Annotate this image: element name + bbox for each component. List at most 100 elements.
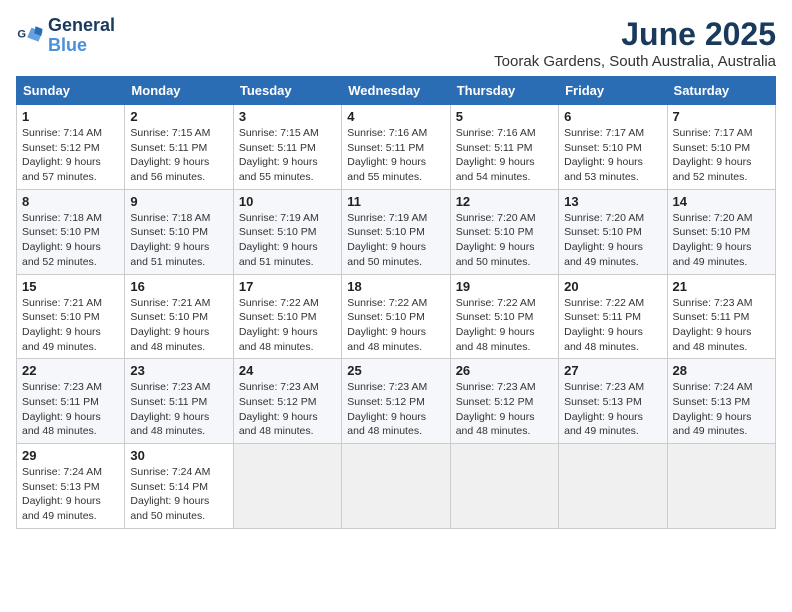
day-number: 2	[130, 109, 227, 124]
day-info: Sunrise: 7:23 AM Sunset: 5:12 PM Dayligh…	[239, 380, 336, 439]
header-wednesday: Wednesday	[342, 77, 450, 105]
day-info: Sunrise: 7:23 AM Sunset: 5:11 PM Dayligh…	[130, 380, 227, 439]
calendar-cell: 20 Sunrise: 7:22 AM Sunset: 5:11 PM Dayl…	[559, 274, 667, 359]
calendar-cell: 1 Sunrise: 7:14 AM Sunset: 5:12 PM Dayli…	[17, 105, 125, 190]
day-number: 1	[22, 109, 119, 124]
day-number: 18	[347, 279, 444, 294]
day-number: 17	[239, 279, 336, 294]
day-info: Sunrise: 7:17 AM Sunset: 5:10 PM Dayligh…	[564, 126, 661, 185]
day-info: Sunrise: 7:21 AM Sunset: 5:10 PM Dayligh…	[130, 296, 227, 355]
calendar-header-row: SundayMondayTuesdayWednesdayThursdayFrid…	[17, 77, 776, 105]
day-info: Sunrise: 7:19 AM Sunset: 5:10 PM Dayligh…	[239, 211, 336, 270]
calendar-week-row: 29 Sunrise: 7:24 AM Sunset: 5:13 PM Dayl…	[17, 444, 776, 529]
day-number: 3	[239, 109, 336, 124]
calendar-cell: 25 Sunrise: 7:23 AM Sunset: 5:12 PM Dayl…	[342, 359, 450, 444]
day-number: 27	[564, 363, 661, 378]
calendar-cell: 13 Sunrise: 7:20 AM Sunset: 5:10 PM Dayl…	[559, 189, 667, 274]
day-info: Sunrise: 7:23 AM Sunset: 5:12 PM Dayligh…	[347, 380, 444, 439]
day-number: 19	[456, 279, 553, 294]
header-thursday: Thursday	[450, 77, 558, 105]
calendar-week-row: 8 Sunrise: 7:18 AM Sunset: 5:10 PM Dayli…	[17, 189, 776, 274]
day-number: 30	[130, 448, 227, 463]
day-number: 6	[564, 109, 661, 124]
day-number: 9	[130, 194, 227, 209]
day-info: Sunrise: 7:23 AM Sunset: 5:11 PM Dayligh…	[673, 296, 770, 355]
header-sunday: Sunday	[17, 77, 125, 105]
day-info: Sunrise: 7:18 AM Sunset: 5:10 PM Dayligh…	[130, 211, 227, 270]
day-info: Sunrise: 7:20 AM Sunset: 5:10 PM Dayligh…	[673, 211, 770, 270]
month-title: June 2025	[494, 16, 776, 53]
day-number: 5	[456, 109, 553, 124]
calendar-cell: 21 Sunrise: 7:23 AM Sunset: 5:11 PM Dayl…	[667, 274, 775, 359]
calendar-cell: 12 Sunrise: 7:20 AM Sunset: 5:10 PM Dayl…	[450, 189, 558, 274]
calendar-cell: 17 Sunrise: 7:22 AM Sunset: 5:10 PM Dayl…	[233, 274, 341, 359]
day-info: Sunrise: 7:22 AM Sunset: 5:10 PM Dayligh…	[347, 296, 444, 355]
calendar-cell: 8 Sunrise: 7:18 AM Sunset: 5:10 PM Dayli…	[17, 189, 125, 274]
day-number: 20	[564, 279, 661, 294]
day-number: 8	[22, 194, 119, 209]
logo-icon: G	[16, 22, 44, 50]
calendar-cell: 11 Sunrise: 7:19 AM Sunset: 5:10 PM Dayl…	[342, 189, 450, 274]
calendar-cell: 26 Sunrise: 7:23 AM Sunset: 5:12 PM Dayl…	[450, 359, 558, 444]
day-number: 11	[347, 194, 444, 209]
calendar-cell: 30 Sunrise: 7:24 AM Sunset: 5:14 PM Dayl…	[125, 444, 233, 529]
calendar-cell: 10 Sunrise: 7:19 AM Sunset: 5:10 PM Dayl…	[233, 189, 341, 274]
day-number: 23	[130, 363, 227, 378]
day-number: 4	[347, 109, 444, 124]
day-info: Sunrise: 7:23 AM Sunset: 5:12 PM Dayligh…	[456, 380, 553, 439]
calendar-cell	[233, 444, 341, 529]
calendar-cell: 9 Sunrise: 7:18 AM Sunset: 5:10 PM Dayli…	[125, 189, 233, 274]
header-saturday: Saturday	[667, 77, 775, 105]
calendar-cell: 15 Sunrise: 7:21 AM Sunset: 5:10 PM Dayl…	[17, 274, 125, 359]
day-info: Sunrise: 7:24 AM Sunset: 5:13 PM Dayligh…	[673, 380, 770, 439]
day-info: Sunrise: 7:15 AM Sunset: 5:11 PM Dayligh…	[239, 126, 336, 185]
svg-text:G: G	[17, 28, 26, 40]
location-title: Toorak Gardens, South Australia, Austral…	[494, 53, 776, 70]
day-number: 24	[239, 363, 336, 378]
calendar-cell: 7 Sunrise: 7:17 AM Sunset: 5:10 PM Dayli…	[667, 105, 775, 190]
header-friday: Friday	[559, 77, 667, 105]
day-info: Sunrise: 7:22 AM Sunset: 5:11 PM Dayligh…	[564, 296, 661, 355]
calendar-cell: 28 Sunrise: 7:24 AM Sunset: 5:13 PM Dayl…	[667, 359, 775, 444]
day-number: 12	[456, 194, 553, 209]
day-number: 22	[22, 363, 119, 378]
day-number: 13	[564, 194, 661, 209]
calendar-cell: 4 Sunrise: 7:16 AM Sunset: 5:11 PM Dayli…	[342, 105, 450, 190]
calendar-table: SundayMondayTuesdayWednesdayThursdayFrid…	[16, 76, 776, 529]
day-info: Sunrise: 7:16 AM Sunset: 5:11 PM Dayligh…	[347, 126, 444, 185]
calendar-cell: 14 Sunrise: 7:20 AM Sunset: 5:10 PM Dayl…	[667, 189, 775, 274]
calendar-cell	[667, 444, 775, 529]
day-info: Sunrise: 7:14 AM Sunset: 5:12 PM Dayligh…	[22, 126, 119, 185]
day-number: 25	[347, 363, 444, 378]
header-tuesday: Tuesday	[233, 77, 341, 105]
day-number: 7	[673, 109, 770, 124]
calendar-cell: 29 Sunrise: 7:24 AM Sunset: 5:13 PM Dayl…	[17, 444, 125, 529]
day-info: Sunrise: 7:18 AM Sunset: 5:10 PM Dayligh…	[22, 211, 119, 270]
day-info: Sunrise: 7:20 AM Sunset: 5:10 PM Dayligh…	[456, 211, 553, 270]
day-number: 10	[239, 194, 336, 209]
page-header: G GeneralBlue June 2025 Toorak Gardens, …	[16, 16, 776, 70]
calendar-cell: 19 Sunrise: 7:22 AM Sunset: 5:10 PM Dayl…	[450, 274, 558, 359]
day-info: Sunrise: 7:19 AM Sunset: 5:10 PM Dayligh…	[347, 211, 444, 270]
day-number: 28	[673, 363, 770, 378]
day-info: Sunrise: 7:15 AM Sunset: 5:11 PM Dayligh…	[130, 126, 227, 185]
calendar-cell: 22 Sunrise: 7:23 AM Sunset: 5:11 PM Dayl…	[17, 359, 125, 444]
calendar-cell: 23 Sunrise: 7:23 AM Sunset: 5:11 PM Dayl…	[125, 359, 233, 444]
day-number: 29	[22, 448, 119, 463]
calendar-cell: 18 Sunrise: 7:22 AM Sunset: 5:10 PM Dayl…	[342, 274, 450, 359]
day-info: Sunrise: 7:24 AM Sunset: 5:13 PM Dayligh…	[22, 465, 119, 524]
day-number: 16	[130, 279, 227, 294]
calendar-week-row: 15 Sunrise: 7:21 AM Sunset: 5:10 PM Dayl…	[17, 274, 776, 359]
day-info: Sunrise: 7:20 AM Sunset: 5:10 PM Dayligh…	[564, 211, 661, 270]
logo-text: GeneralBlue	[48, 16, 115, 56]
day-number: 21	[673, 279, 770, 294]
calendar-cell: 16 Sunrise: 7:21 AM Sunset: 5:10 PM Dayl…	[125, 274, 233, 359]
title-block: June 2025 Toorak Gardens, South Australi…	[494, 16, 776, 70]
day-number: 14	[673, 194, 770, 209]
calendar-cell	[342, 444, 450, 529]
calendar-cell	[450, 444, 558, 529]
day-info: Sunrise: 7:23 AM Sunset: 5:13 PM Dayligh…	[564, 380, 661, 439]
header-monday: Monday	[125, 77, 233, 105]
logo: G GeneralBlue	[16, 16, 115, 56]
day-info: Sunrise: 7:22 AM Sunset: 5:10 PM Dayligh…	[239, 296, 336, 355]
